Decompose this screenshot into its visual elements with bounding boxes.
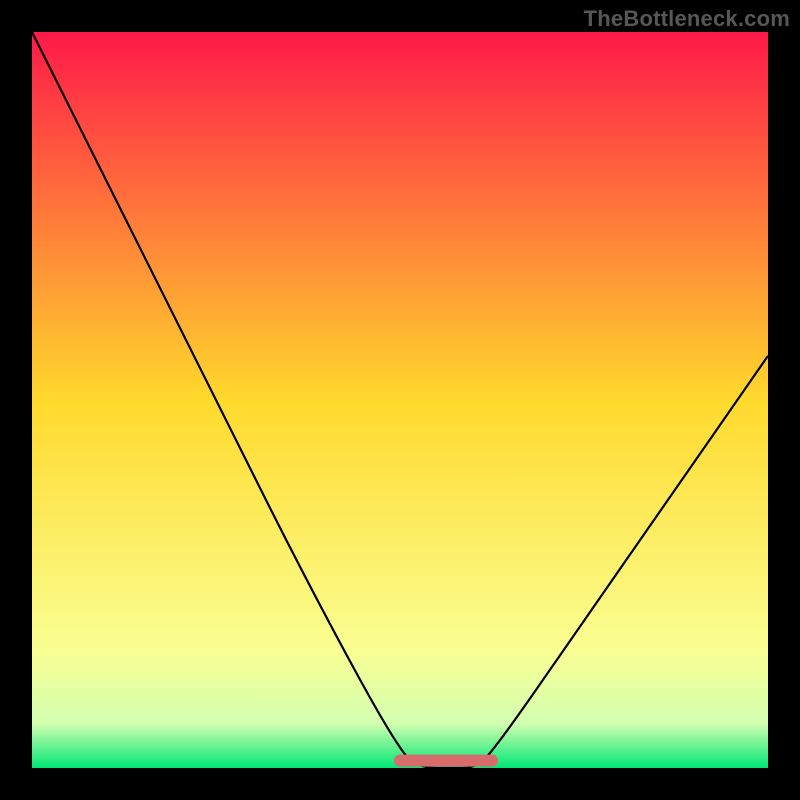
plot-svg: [32, 32, 768, 768]
bottleneck-plot: [32, 32, 768, 768]
watermark-text: TheBottleneck.com: [584, 6, 790, 32]
gradient-rect: [32, 32, 768, 768]
min-marker-left: [394, 755, 406, 767]
min-marker-right: [486, 755, 498, 767]
chart-frame: TheBottleneck.com: [0, 0, 800, 800]
